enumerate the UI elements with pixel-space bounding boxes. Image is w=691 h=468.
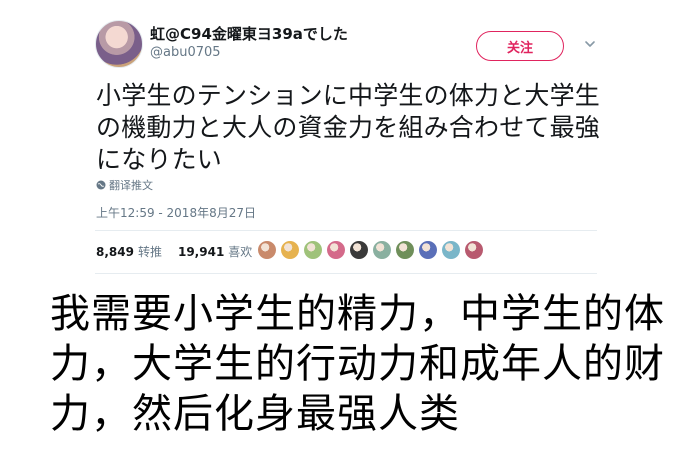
liker-avatar-4[interactable]	[326, 240, 346, 260]
likes-count[interactable]: 19,941	[178, 245, 224, 259]
chevron-down-icon[interactable]	[583, 37, 597, 51]
likes-label[interactable]: 喜欢	[228, 243, 252, 260]
liker-avatar-7[interactable]	[395, 240, 415, 260]
user-avatar[interactable]	[95, 20, 143, 68]
caption-line: 力，然后化身最强人类	[50, 391, 460, 437]
display-name[interactable]: 虹@C94金曜東ヨ39aでした	[150, 23, 348, 44]
retweets-label[interactable]: 转推	[138, 243, 162, 260]
tweet-stats: 8,849 转推 19,941 喜欢	[96, 243, 264, 260]
translate-label: 翻译推文	[109, 179, 153, 192]
user-handle[interactable]: @abu0705	[150, 45, 221, 60]
liker-avatar-8[interactable]	[418, 240, 438, 260]
globe-icon	[96, 180, 106, 190]
liker-avatar-10[interactable]	[464, 240, 484, 260]
translate-tweet-link[interactable]: 翻译推文	[96, 177, 153, 193]
tweet-text: 小学生のテンションに中学生の体力と大学生 の機動力と大人の資金力を組み合わせて最…	[96, 80, 601, 176]
caption-line: 我需要小学生的精力，中学生的体	[50, 291, 665, 337]
follow-button[interactable]: 关注	[476, 31, 564, 61]
tweet-text-line: になりたい	[96, 145, 223, 174]
caption-text: 我需要小学生的精力，中学生的体 力，大学生的行动力和成年人的财 力，然后化身最强…	[50, 289, 670, 439]
liker-avatar-5[interactable]	[349, 240, 369, 260]
tweet-timestamp[interactable]: 上午12:59 - 2018年8月27日	[96, 204, 256, 221]
caption-line: 力，大学生的行动力和成年人的财	[50, 341, 665, 387]
liker-avatar-3[interactable]	[303, 240, 323, 260]
liker-avatar-2[interactable]	[280, 240, 300, 260]
liker-avatar-9[interactable]	[441, 240, 461, 260]
retweets-count[interactable]: 8,849	[96, 245, 134, 259]
liker-avatar-1[interactable]	[257, 240, 277, 260]
tweet-text-line: の機動力と大人の資金力を組み合わせて最強	[96, 113, 601, 142]
divider	[95, 230, 597, 231]
tweet-card: 虹@C94金曜東ヨ39aでした @abu0705 关注 小学生のテンションに中学…	[0, 0, 691, 285]
divider	[95, 273, 597, 274]
tweet-text-line: 小学生のテンションに中学生の体力と大学生	[96, 81, 601, 110]
liker-avatars	[257, 240, 484, 260]
liker-avatar-6[interactable]	[372, 240, 392, 260]
